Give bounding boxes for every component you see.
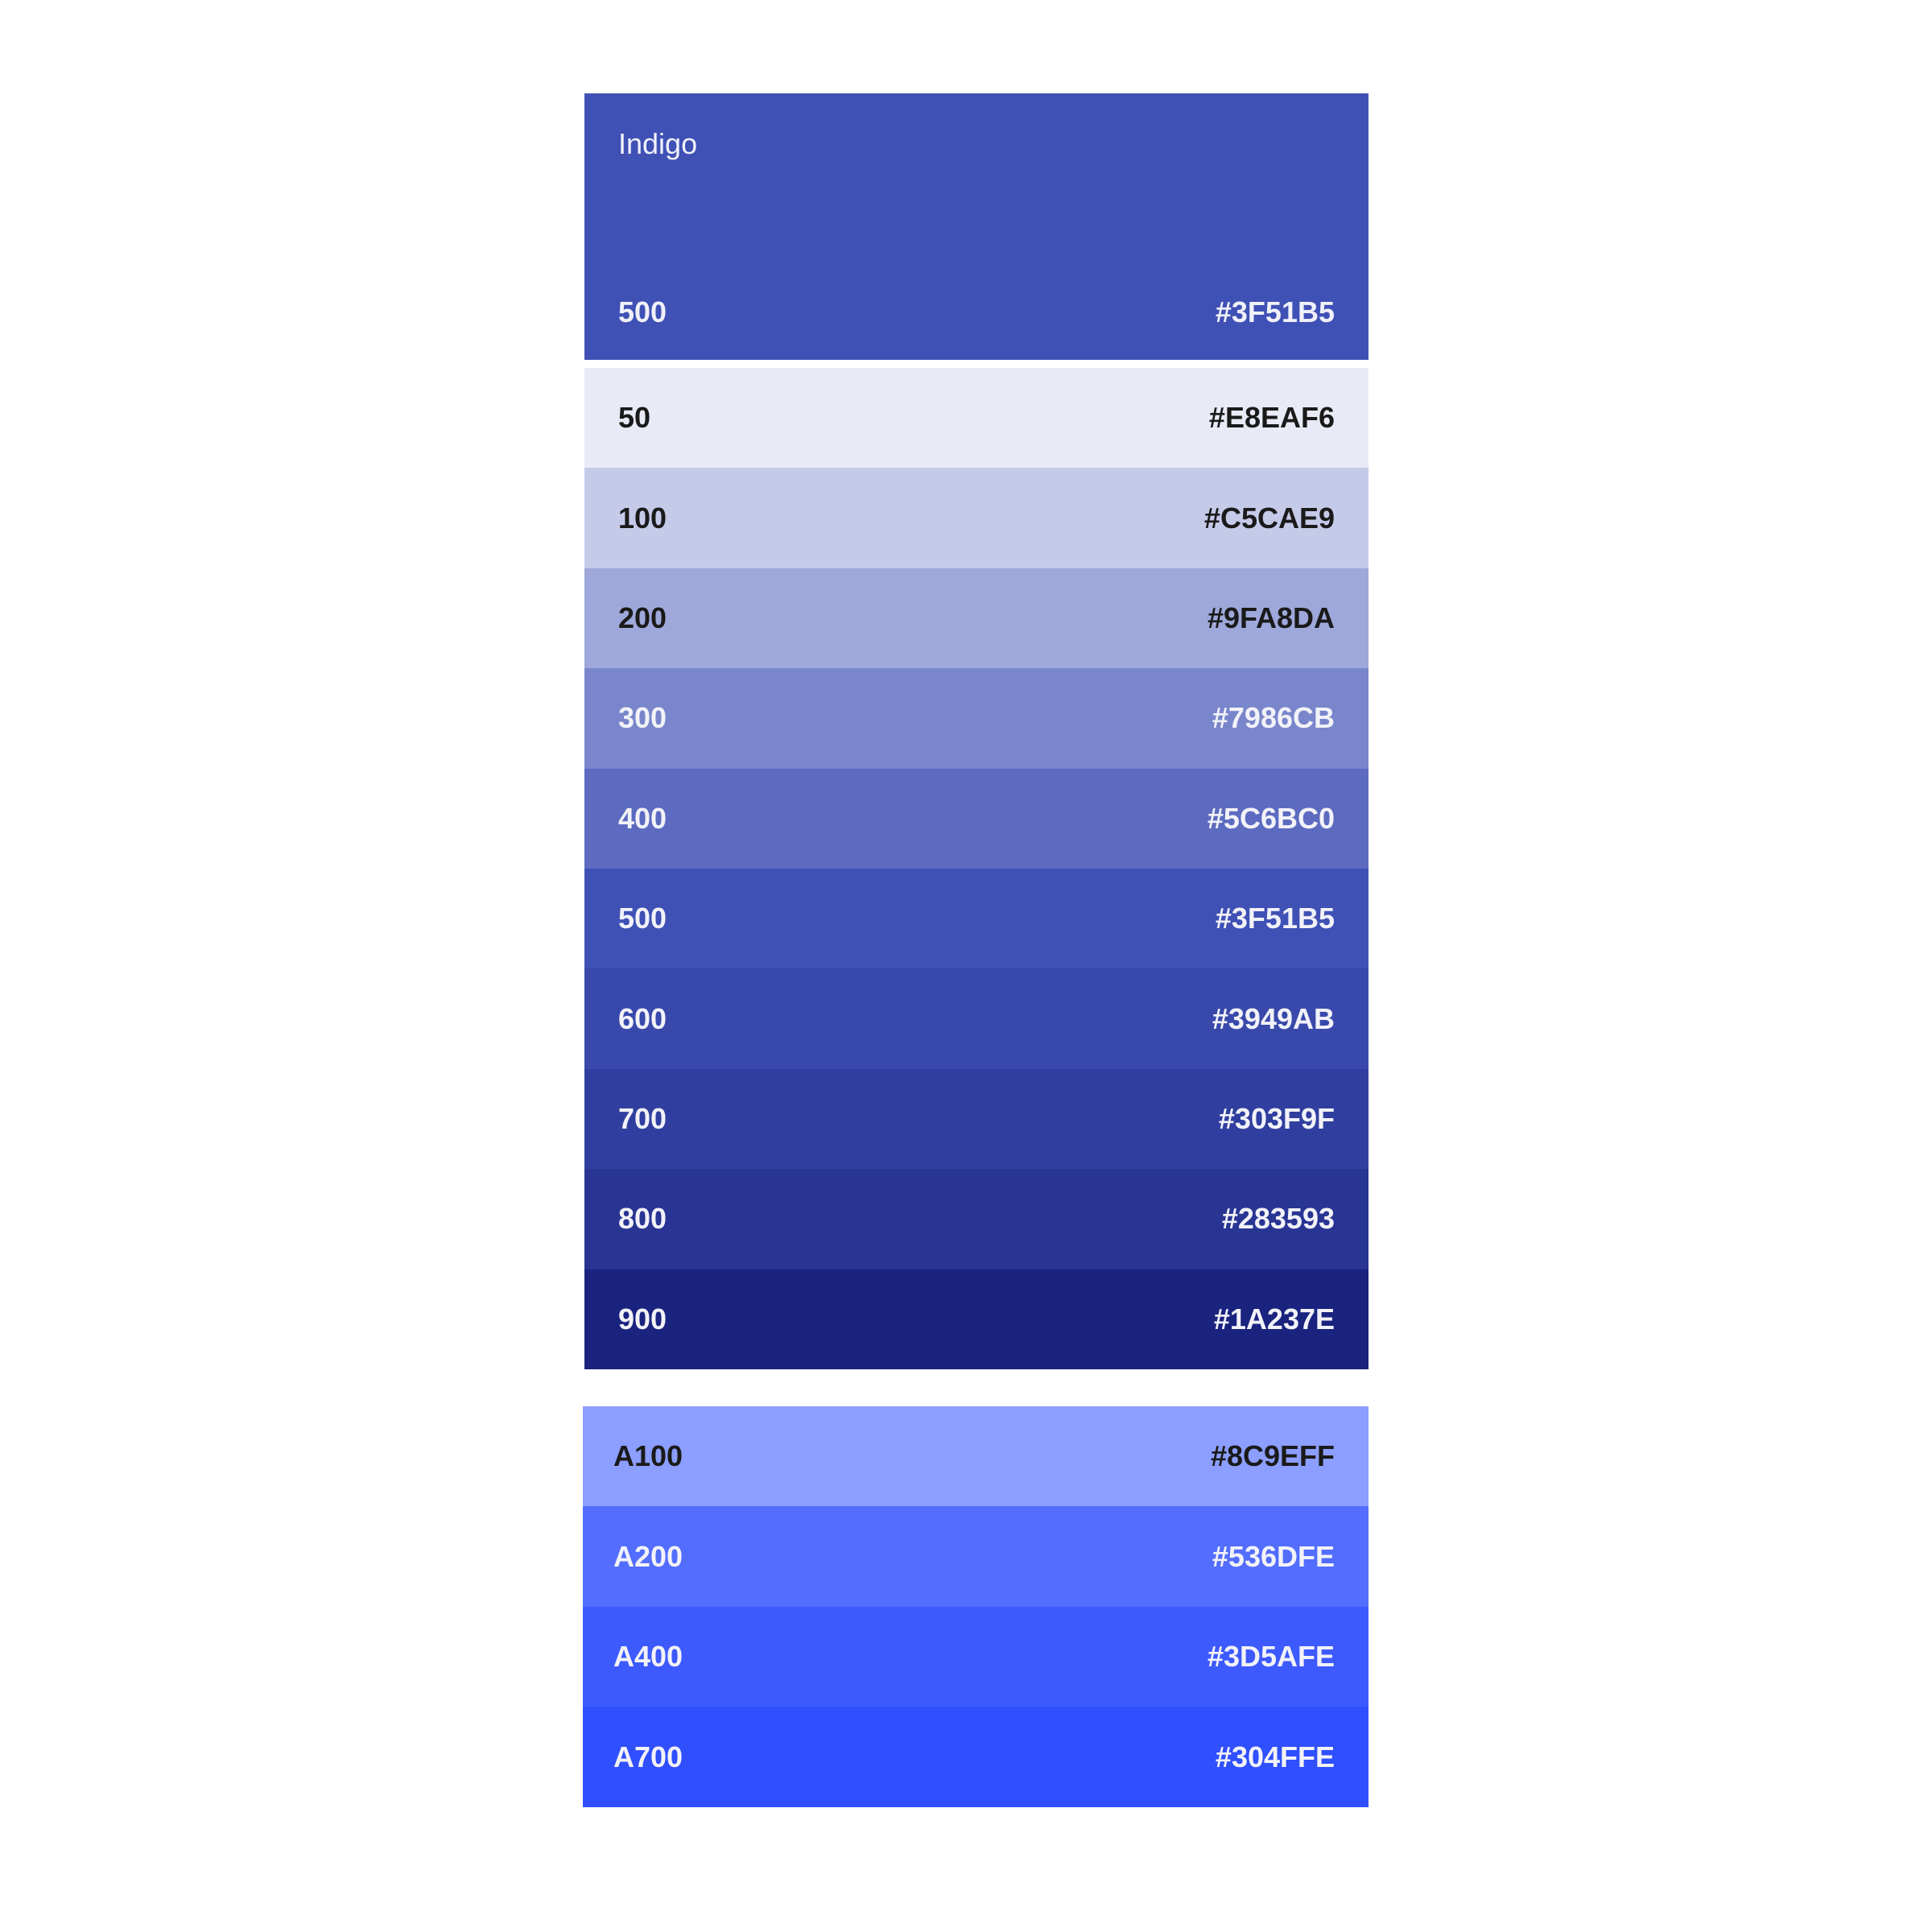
header-shade-label: 500	[618, 295, 667, 328]
palette-header: Indigo 500 #3F51B5	[584, 93, 1368, 360]
accent-swatches: A100 #8C9EFF A200 #536DFE A400 #3D5AFE A…	[583, 1406, 1368, 1807]
swatch-shade-label: 500	[618, 902, 667, 935]
primary-swatches: 50 #E8EAF6 100 #C5CAE9 200 #9FA8DA 300 #…	[584, 368, 1368, 1369]
swatch-a100: A100 #8C9EFF	[583, 1406, 1368, 1507]
swatch-shade-label: 600	[618, 1001, 667, 1035]
swatch-shade-label: 400	[618, 801, 667, 835]
palette-name: Indigo	[618, 127, 698, 160]
swatch-hex-value: #1A237E	[1213, 1302, 1335, 1335]
swatch-50: 50 #E8EAF6	[584, 368, 1368, 469]
swatch-shade-label: 100	[618, 501, 667, 535]
swatch-700: 700 #303F9F	[584, 1068, 1368, 1170]
swatch-500: 500 #3F51B5	[584, 868, 1368, 969]
swatch-900: 900 #1A237E	[584, 1269, 1368, 1369]
color-palette: Indigo 500 #3F51B5 50 #E8EAF6 100 #C5CAE…	[583, 93, 1368, 1807]
swatch-600: 600 #3949AB	[584, 968, 1368, 1069]
swatch-hex-value: #9FA8DA	[1207, 601, 1335, 634]
swatch-800: 800 #283593	[584, 1169, 1368, 1269]
swatch-hex-value: #8C9EFF	[1210, 1439, 1335, 1473]
swatch-hex-value: #E8EAF6	[1208, 401, 1335, 435]
swatch-shade-label: 800	[618, 1202, 667, 1236]
swatch-100: 100 #C5CAE9	[584, 468, 1368, 568]
swatch-shade-label: A700	[613, 1740, 683, 1773]
divider	[584, 1369, 1368, 1406]
swatch-hex-value: #3F51B5	[1215, 902, 1335, 935]
swatch-hex-value: #3D5AFE	[1207, 1640, 1335, 1674]
swatch-shade-label: 300	[618, 701, 667, 735]
swatch-shade-label: 700	[618, 1101, 667, 1135]
swatch-shade-label: A200	[613, 1539, 683, 1573]
swatch-a200: A200 #536DFE	[583, 1506, 1368, 1607]
swatch-hex-value: #283593	[1221, 1202, 1335, 1236]
swatch-hex-value: #536DFE	[1212, 1539, 1335, 1573]
swatch-300: 300 #7986CB	[584, 668, 1368, 769]
swatch-shade-label: A100	[613, 1439, 683, 1473]
swatch-400: 400 #5C6BC0	[584, 768, 1368, 869]
swatch-a700: A700 #304FFE	[583, 1707, 1368, 1807]
swatch-200: 200 #9FA8DA	[584, 568, 1368, 669]
header-shade-row: 500 #3F51B5	[618, 295, 1335, 329]
swatch-shade-label: 50	[618, 401, 651, 435]
swatch-hex-value: #7986CB	[1212, 701, 1335, 735]
divider	[584, 360, 1368, 368]
swatch-shade-label: A400	[613, 1640, 683, 1674]
swatch-hex-value: #304FFE	[1215, 1740, 1335, 1773]
swatch-hex-value: #C5CAE9	[1203, 501, 1335, 535]
swatch-hex-value: #5C6BC0	[1207, 801, 1335, 835]
swatch-shade-label: 200	[618, 601, 667, 634]
swatch-hex-value: #303F9F	[1218, 1101, 1335, 1135]
header-hex-value: #3F51B5	[1215, 295, 1335, 328]
swatch-shade-label: 900	[618, 1302, 667, 1335]
swatch-a400: A400 #3D5AFE	[583, 1606, 1368, 1707]
swatch-hex-value: #3949AB	[1212, 1001, 1335, 1035]
